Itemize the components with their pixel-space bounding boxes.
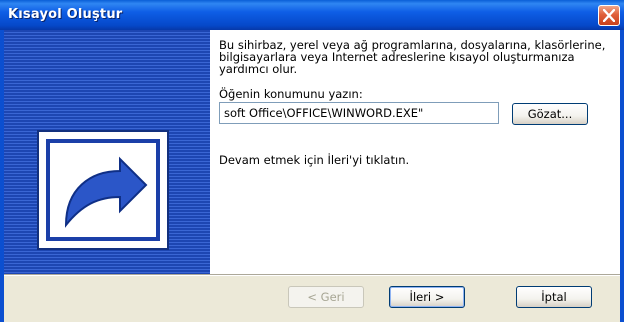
close-button[interactable]	[598, 5, 620, 26]
browse-button[interactable]: Gözat...	[512, 103, 588, 125]
window-title: Kısayol Oluştur	[8, 7, 123, 22]
intro-text: Bu sihirbaz, yerel veya ağ programlarına…	[219, 38, 606, 76]
back-button[interactable]: < Geri	[288, 286, 364, 308]
location-input[interactable]	[219, 102, 499, 124]
shortcut-arrow-icon	[37, 130, 169, 250]
window-frame-right	[620, 30, 624, 322]
continue-hint: Devam etmek için İleri'yi tıklatın.	[219, 153, 410, 167]
next-button[interactable]: İleri >	[389, 286, 465, 308]
button-separator	[4, 274, 620, 276]
cancel-button[interactable]: İptal	[516, 286, 592, 308]
location-label: Öğenin konumunu yazın:	[219, 87, 363, 101]
close-icon	[603, 9, 615, 22]
wizard-content: Bu sihirbaz, yerel veya ağ programlarına…	[210, 30, 620, 274]
create-shortcut-dialog: Kısayol Oluştur Bu sihirbaz, yerel veya …	[0, 0, 624, 322]
wizard-side-panel	[4, 30, 210, 274]
title-bar[interactable]: Kısayol Oluştur	[0, 0, 624, 30]
